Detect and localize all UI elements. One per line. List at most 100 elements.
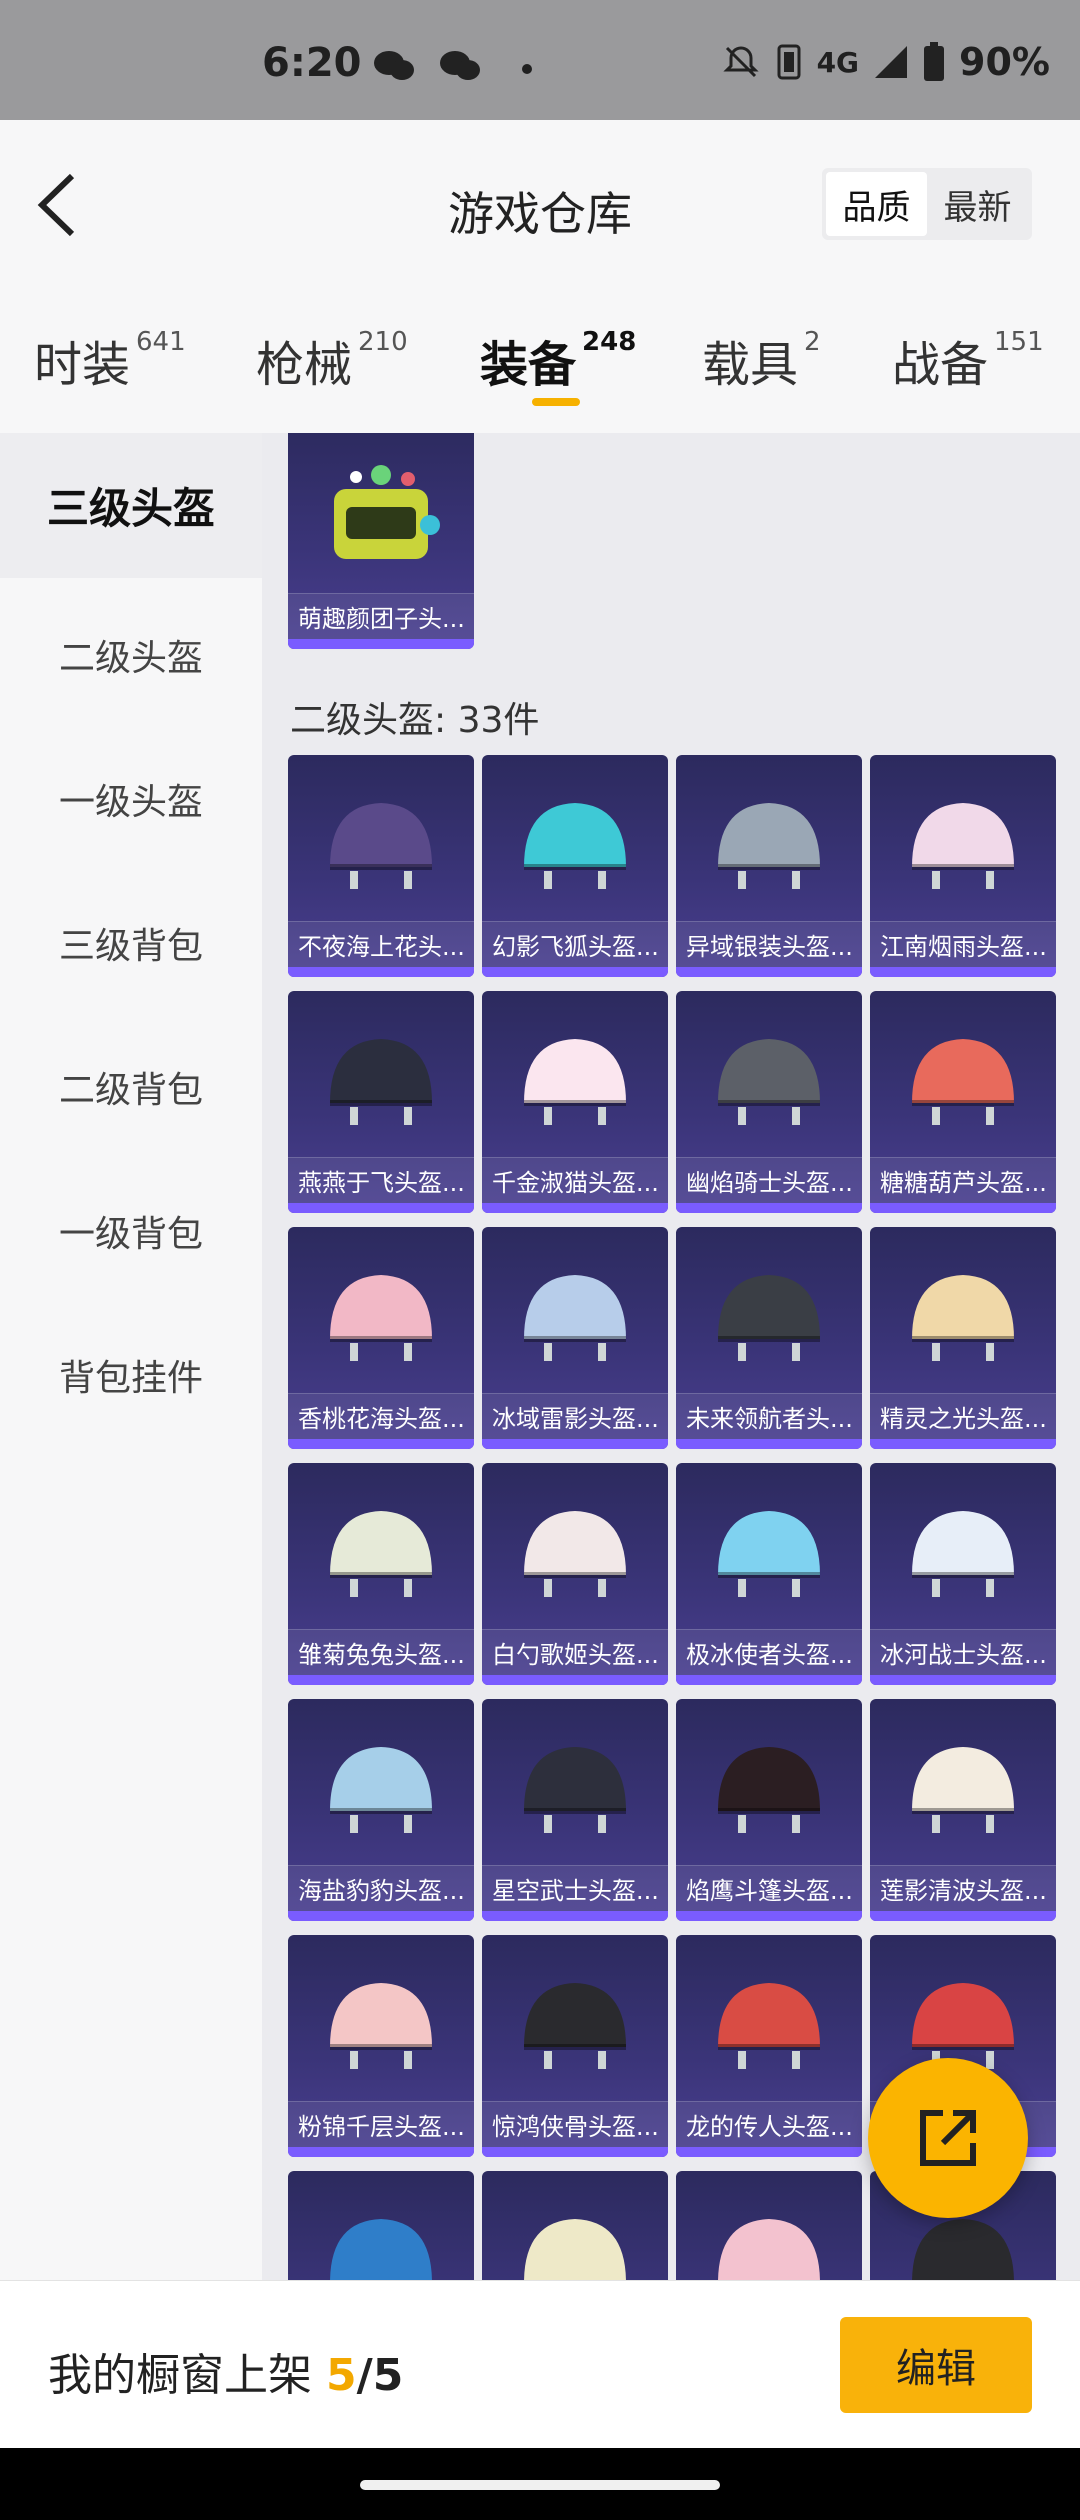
rarity-bar [288, 967, 474, 977]
tab-guns[interactable]: 枪械 210 [256, 325, 408, 395]
sidebar-item-level2-backpack[interactable]: 二级背包 [0, 1061, 262, 1113]
edit-button[interactable]: 编辑 [840, 2317, 1032, 2413]
helmet-image [330, 1039, 432, 1125]
tab-label: 战备 [892, 337, 989, 393]
helmet-image [330, 2219, 432, 2280]
helmet-image [912, 803, 1014, 889]
sidebar-item-level3-helmet[interactable]: 三级头盔 [0, 433, 262, 578]
item-card[interactable]: 星空武士头盔... [482, 1699, 668, 1921]
battery-percent: 90% [959, 40, 1050, 84]
item-name: 莲影清波头盔... [870, 1865, 1056, 1911]
rarity-bar [676, 1675, 862, 1685]
item-card[interactable]: 江南烟雨头盔... [870, 755, 1056, 977]
item-card[interactable]: 燕燕于飞头盔... [288, 991, 474, 1213]
helmet-image [912, 1511, 1014, 1597]
status-time: 6:20 [262, 40, 362, 86]
tab-vehicles[interactable]: 载具 2 [702, 325, 821, 395]
item-card[interactable]: 萌趣颜团子头... [288, 433, 474, 649]
sort-toggle: 品质 最新 [822, 168, 1032, 240]
item-card[interactable]: 不夜海上花头... [288, 755, 474, 977]
helmet-image [330, 1511, 432, 1597]
rarity-bar [870, 967, 1056, 977]
item-card[interactable] [288, 2171, 474, 2280]
rarity-bar [482, 967, 668, 977]
rarity-bar [482, 1911, 668, 1921]
item-card[interactable]: 糖糖葫芦头盔... [870, 991, 1056, 1213]
sidebar-item-level2-helmet[interactable]: 二级头盔 [0, 629, 262, 681]
tab-label: 时装 [34, 337, 131, 393]
sidebar-item-backpack-charm[interactable]: 背包挂件 [0, 1349, 262, 1401]
rarity-bar [870, 1675, 1056, 1685]
item-card[interactable]: 未来领航者头... [676, 1227, 862, 1449]
helmet-image [330, 1983, 432, 2069]
showcase-used-count: 5 [326, 2350, 357, 2401]
item-card[interactable]: 异域银装头盔... [676, 755, 862, 977]
item-card[interactable]: 龙的传人头盔... [676, 1935, 862, 2157]
item-name: 冰河战士头盔... [870, 1629, 1056, 1675]
tab-label: 枪械 [256, 337, 353, 393]
battery-icon [924, 42, 945, 81]
item-card[interactable]: 冰域雷影头盔... [482, 1227, 668, 1449]
item-name: 香桃花海头盔... [288, 1393, 474, 1439]
rarity-bar [482, 1203, 668, 1213]
helmet-image [718, 1983, 820, 2069]
item-card[interactable]: 白勺歌姬头盔... [482, 1463, 668, 1685]
item-card[interactable]: 香桃花海头盔... [288, 1227, 474, 1449]
item-card[interactable]: 焰鹰斗篷头盔... [676, 1699, 862, 1921]
share-button[interactable] [868, 2058, 1028, 2218]
rarity-bar [482, 1439, 668, 1449]
rarity-bar [676, 1203, 862, 1213]
sidebar-item-level1-backpack[interactable]: 一级背包 [0, 1205, 262, 1257]
tab-battle-gear[interactable]: 战备 151 [892, 325, 1044, 395]
showcase-separator: / [356, 2350, 373, 2401]
item-card[interactable]: 幻影飞狐头盔... [482, 755, 668, 977]
item-card[interactable]: 千金淑猫头盔... [482, 991, 668, 1213]
sidebar-item-level1-helmet[interactable]: 一级头盔 [0, 773, 262, 825]
item-name: 雏菊兔兔头盔... [288, 1629, 474, 1675]
item-card[interactable]: 幽焰骑士头盔... [676, 991, 862, 1213]
helmet-image [524, 2219, 626, 2280]
item-name: 萌趣颜团子头... [288, 593, 474, 639]
item-card[interactable]: 精灵之光头盔... [870, 1227, 1056, 1449]
helmet-image [524, 1275, 626, 1361]
item-card[interactable]: 惊鸿侠骨头盔... [482, 1935, 668, 2157]
item-card[interactable]: 粉锦千层头盔... [288, 1935, 474, 2157]
helmet-image [524, 803, 626, 889]
mute-icon [722, 46, 759, 78]
item-card[interactable]: 莲影清波头盔... [870, 1699, 1056, 1921]
tab-equipment[interactable]: 装备 248 [480, 325, 636, 395]
item-card[interactable] [676, 2171, 862, 2280]
status-bar: 6:20 4G 90% [0, 0, 1080, 120]
item-name: 幻影飞狐头盔... [482, 921, 668, 967]
tab-count: 210 [358, 327, 408, 357]
item-card[interactable]: 冰河战士头盔... [870, 1463, 1056, 1685]
rarity-bar [288, 639, 474, 649]
item-name: 海盐豹豹头盔... [288, 1865, 474, 1911]
helmet-image [718, 1747, 820, 1833]
item-card[interactable]: 极冰使者头盔... [676, 1463, 862, 1685]
tab-fashion[interactable]: 时装 641 [34, 325, 186, 395]
tab-count: 151 [994, 327, 1044, 357]
home-indicator[interactable] [360, 2480, 720, 2490]
share-external-icon [920, 2110, 976, 2166]
helmet-image [912, 1747, 1014, 1833]
sidebar: 三级头盔 二级头盔 一级头盔 三级背包 二级背包 一级背包 背包挂件 [0, 433, 262, 2280]
item-name: 焰鹰斗篷头盔... [676, 1865, 862, 1911]
helmet-image [912, 1275, 1014, 1361]
sort-newest-button[interactable]: 最新 [927, 172, 1028, 236]
rarity-bar [870, 1439, 1056, 1449]
item-name: 千金淑猫头盔... [482, 1157, 668, 1203]
item-grid-area: 萌趣颜团子头... 二级头盔: 33件 不夜海上花头... 幻影飞狐头盔... 异域… [262, 433, 1080, 2280]
helmet-image [718, 803, 820, 889]
showcase-bar: 我的橱窗上架 5/5 编辑 [0, 2280, 1080, 2448]
notification-dot-icon [522, 64, 532, 74]
tab-count: 641 [136, 327, 186, 357]
sidebar-item-level3-backpack[interactable]: 三级背包 [0, 917, 262, 969]
sort-quality-button[interactable]: 品质 [826, 172, 927, 236]
item-card[interactable]: 海盐豹豹头盔... [288, 1699, 474, 1921]
rarity-bar [288, 1911, 474, 1921]
header: 游戏仓库 品质 最新 [0, 120, 1080, 285]
item-name: 星空武士头盔... [482, 1865, 668, 1911]
item-card[interactable]: 雏菊兔兔头盔... [288, 1463, 474, 1685]
item-card[interactable] [482, 2171, 668, 2280]
